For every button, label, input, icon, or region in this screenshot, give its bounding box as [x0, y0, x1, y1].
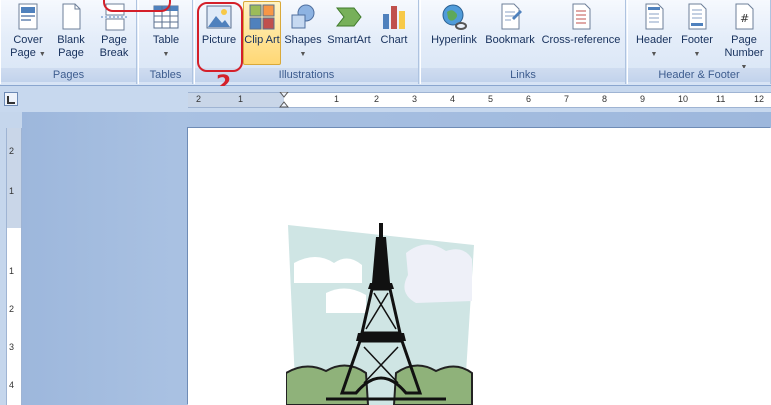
smartart-button[interactable]: SmartArt — [325, 2, 373, 47]
header-button[interactable]: Header ▼ — [632, 2, 676, 61]
clip-art-button[interactable]: Clip Art — [243, 1, 281, 65]
cross-reference-icon — [572, 3, 591, 30]
chevron-down-icon: ▼ — [650, 51, 658, 58]
ruler-number: 1 — [238, 94, 244, 104]
chart-button[interactable]: Chart — [375, 2, 413, 47]
ruler-number: 11 — [716, 94, 726, 104]
group-tables: Table ▼ Tables — [138, 0, 193, 84]
group-header-footer: Header ▼ Footer ▼ # Page Number ▼ Header… — [627, 0, 771, 84]
svg-text:#: # — [740, 12, 749, 25]
bookmark-label: Bookmark — [485, 34, 535, 46]
footer-icon — [688, 3, 707, 30]
ruler-number: 6 — [526, 94, 532, 104]
chart-icon — [383, 6, 405, 29]
hyperlink-icon — [442, 4, 467, 30]
page-number-button[interactable]: # Page Number ▼ — [720, 2, 768, 74]
document-page[interactable] — [188, 128, 771, 405]
hyperlink-label: Hyperlink — [431, 34, 477, 46]
footer-button[interactable]: Footer ▼ — [676, 2, 718, 61]
vertical-ruler[interactable]: 2 1 1 2 3 4 — [6, 128, 22, 405]
cover-page-icon — [18, 3, 38, 30]
ruler-number: 5 — [488, 94, 494, 104]
shapes-icon — [291, 4, 315, 29]
ruler-number: 7 — [564, 94, 570, 104]
group-label-links: Links — [421, 68, 625, 82]
blank-page-button[interactable]: Blank Page — [53, 2, 89, 60]
smartart-label: SmartArt — [327, 34, 371, 46]
shapes-button[interactable]: Shapes ▼ — [283, 2, 323, 61]
header-icon — [645, 3, 664, 30]
clip-art-label: Clip Art — [244, 34, 280, 46]
ruler-number: 1 — [9, 186, 15, 196]
ribbon: Cover Page ▼ Blank Page Page Break Pages — [0, 0, 771, 86]
chevron-down-icon: ▼ — [38, 51, 46, 58]
cover-page-button[interactable]: Cover Page ▼ — [7, 2, 49, 61]
clip-art-icon — [249, 4, 275, 30]
ruler-number: 2 — [196, 94, 202, 104]
chevron-down-icon: ▼ — [299, 51, 307, 58]
ruler-number: 2 — [9, 304, 15, 314]
ruler-left-margin — [188, 93, 284, 107]
group-label-tables: Tables — [139, 68, 192, 82]
ruler-number: 2 — [9, 146, 15, 156]
page-number-label: Page Number — [724, 34, 764, 59]
group-label-header-footer: Header & Footer — [628, 68, 770, 82]
cross-reference-button[interactable]: Cross-reference — [539, 2, 623, 47]
header-label: Header — [635, 34, 673, 46]
smartart-icon — [335, 7, 362, 27]
cross-reference-label: Cross-reference — [541, 34, 621, 46]
group-pages: Cover Page ▼ Blank Page Page Break Pages — [0, 0, 137, 84]
blank-page-label: Blank Page — [57, 34, 85, 59]
page-break-label: Page Break — [99, 34, 129, 59]
bookmark-button[interactable]: Bookmark — [483, 2, 537, 47]
table-label: Table — [152, 34, 180, 46]
ruler-number: 12 — [754, 94, 765, 104]
ruler-number: 3 — [412, 94, 418, 104]
ruler-number: 4 — [9, 380, 15, 390]
chart-label: Chart — [380, 34, 408, 46]
ruler-number: 9 — [640, 94, 646, 104]
cover-page-label: Cover Page — [10, 34, 43, 59]
ruler-number: 4 — [450, 94, 456, 104]
group-links: Hyperlink Bookmark Cross-reference Links — [420, 0, 626, 84]
hyperlink-button[interactable]: Hyperlink — [427, 2, 481, 47]
group-label-pages: Pages — [1, 68, 136, 82]
eiffel-tower-clipart[interactable] — [286, 223, 476, 405]
horizontal-ruler[interactable]: 2 1 1 2 3 4 5 6 7 8 9 10 11 12 — [188, 92, 771, 108]
ruler-number: 2 — [374, 94, 380, 104]
tab-selector[interactable] — [4, 92, 18, 106]
ruler-top-margin — [7, 128, 21, 228]
footer-label: Footer — [681, 34, 713, 46]
chevron-down-icon: ▼ — [693, 51, 701, 58]
tab-stop-icon — [7, 96, 15, 104]
page-number-icon: # — [735, 3, 754, 30]
shapes-label: Shapes — [284, 34, 322, 46]
annotation-box-insert-tab — [103, 0, 171, 12]
chevron-down-icon: ▼ — [162, 51, 170, 58]
bookmark-icon — [501, 3, 522, 30]
ruler-number: 8 — [602, 94, 608, 104]
ruler-number: 1 — [9, 266, 15, 276]
ruler-number: 1 — [334, 94, 340, 104]
ruler-number: 3 — [9, 342, 15, 352]
ruler-number: 10 — [678, 94, 689, 104]
annotation-box-picture — [197, 2, 243, 72]
indent-marker-icon[interactable] — [279, 92, 289, 108]
blank-page-icon — [62, 3, 81, 30]
